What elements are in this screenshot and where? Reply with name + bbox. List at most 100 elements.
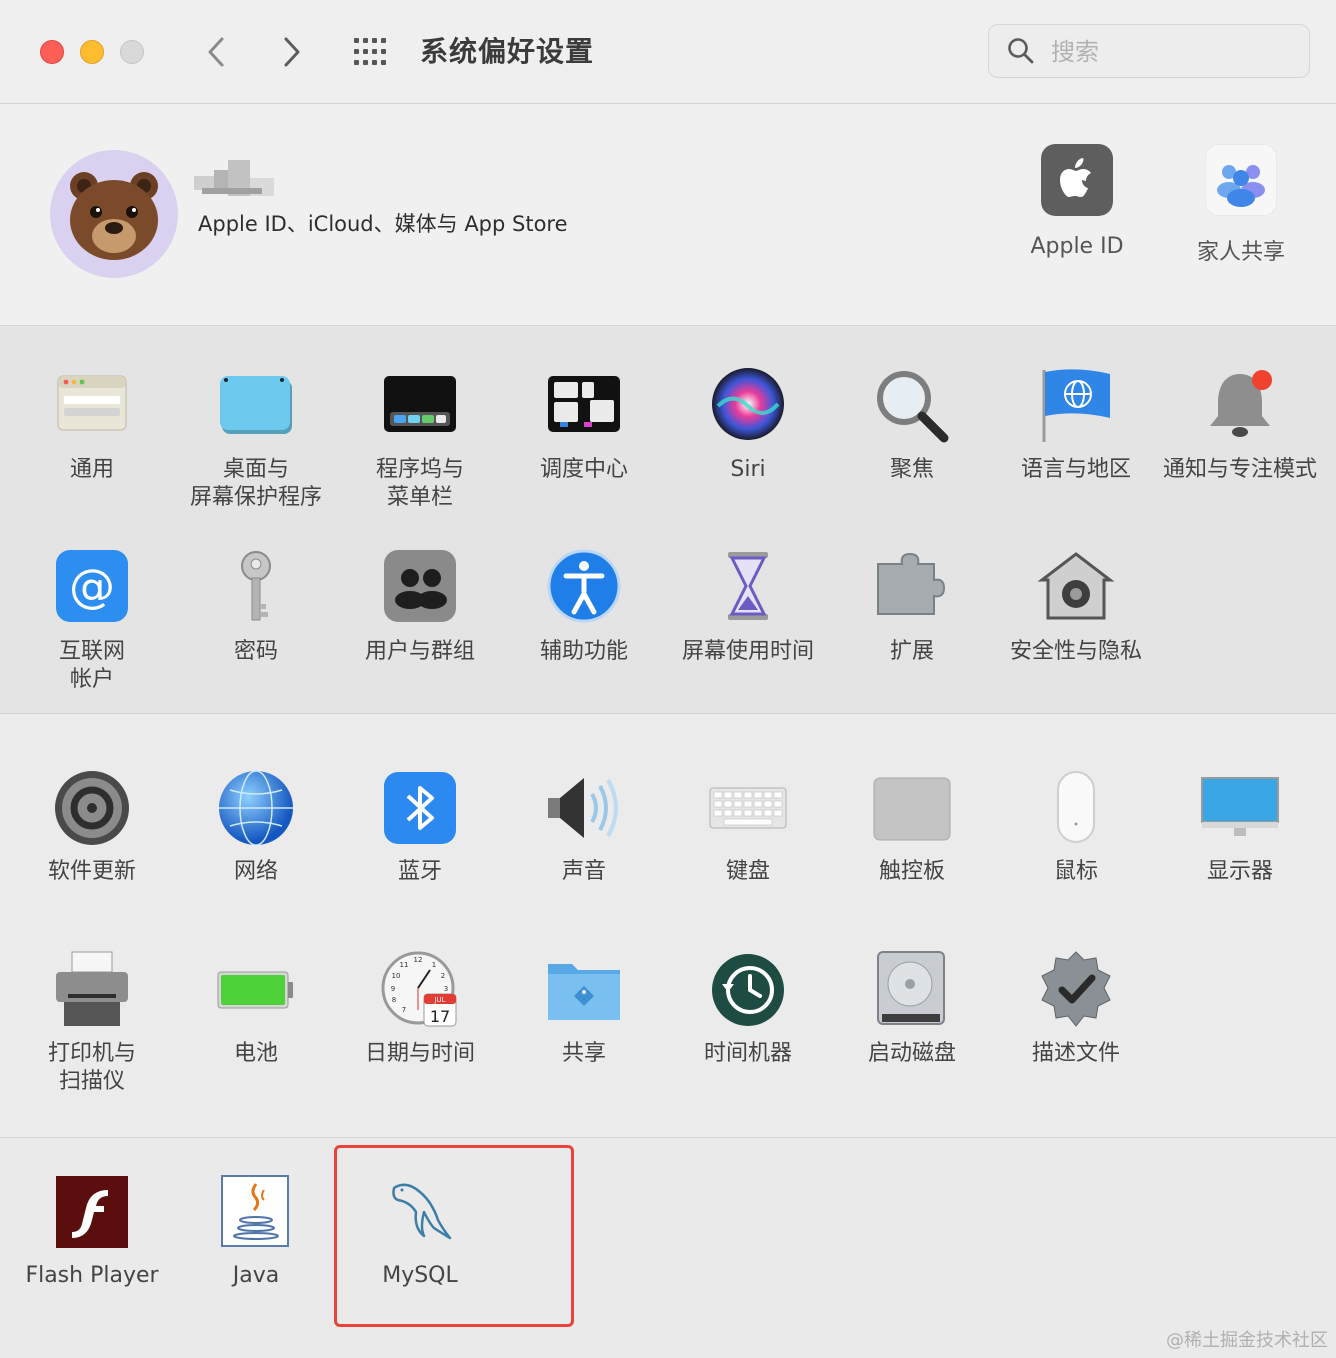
pane-users-groups[interactable]: 用户与群组: [338, 548, 502, 666]
internet-accounts-icon: @: [56, 550, 128, 622]
pane-keyboard[interactable]: 键盘: [666, 768, 830, 886]
search-field[interactable]: [988, 24, 1310, 78]
sound-speaker-icon: [548, 778, 618, 838]
back-button[interactable]: [198, 32, 234, 72]
passwords-key-icon: [241, 551, 271, 621]
pane-label: 密码: [233, 639, 278, 664]
desktop-screensaver-icon: [220, 376, 292, 434]
pane-label: 安全性与隐私: [1009, 639, 1142, 664]
extensions-puzzle-icon: [877, 552, 946, 615]
pane-trackpad[interactable]: 触控板: [830, 768, 994, 886]
general-icon: [57, 375, 127, 431]
svg-text:7: 7: [402, 1006, 406, 1014]
pane-flash-player[interactable]: Flash Player: [10, 1172, 174, 1290]
pane-label: 通知与专注模式: [1162, 457, 1317, 482]
pane-mouse[interactable]: 鼠标: [994, 768, 1158, 886]
language-region-icon: [1042, 369, 1110, 442]
pane-sharing[interactable]: 共享: [502, 950, 666, 1068]
pane-displays[interactable]: 显示器: [1158, 768, 1322, 886]
mouse-icon: [1057, 771, 1095, 843]
pane-label: 互联网 帐户: [58, 639, 125, 692]
keyboard-icon: [709, 787, 787, 829]
pane-label: 程序坞与 菜单栏: [375, 457, 464, 510]
pane-extensions[interactable]: 扩展: [830, 548, 994, 666]
pane-startup-disk[interactable]: 启动磁盘: [830, 950, 994, 1068]
pane-dock-menubar[interactable]: 程序坞与 菜单栏: [338, 366, 502, 512]
pane-screen-time[interactable]: 屏幕使用时间: [666, 548, 830, 666]
sharing-folder-icon: [548, 964, 620, 1020]
pane-accessibility[interactable]: 辅助功能: [502, 548, 666, 666]
chevron-right-icon: [284, 37, 300, 67]
pane-label: 辅助功能: [539, 639, 628, 664]
pane-language-region[interactable]: 语言与地区: [994, 366, 1158, 484]
pane-label: 日期与时间: [364, 1041, 475, 1066]
pane-date-time[interactable]: 12 1 2 3 9 10 11 7 8 JUL 17 日期与时间: [338, 950, 502, 1068]
pane-label: 触控板: [878, 859, 945, 884]
mission-control-icon: [548, 376, 620, 432]
avatar[interactable]: [50, 150, 178, 278]
users-groups-icon: [384, 550, 456, 622]
redacted-username: [194, 160, 274, 196]
search-input[interactable]: [1049, 35, 1293, 69]
pane-software-update[interactable]: 软件更新: [10, 768, 174, 886]
pane-label: 调度中心: [539, 457, 628, 482]
show-all-button[interactable]: [352, 36, 392, 68]
pane-bluetooth[interactable]: 蓝牙: [338, 768, 502, 886]
apple-account-header: Apple ID、iCloud、媒体与 App Store Apple ID 家…: [0, 104, 1336, 326]
pane-label: 共享: [561, 1041, 606, 1066]
pane-java[interactable]: Java: [174, 1172, 338, 1290]
apple-logo-icon: [1041, 144, 1113, 216]
time-machine-icon: [712, 954, 784, 1026]
pane-profiles[interactable]: 描述文件: [994, 950, 1158, 1068]
pane-label: 用户与群组: [364, 639, 475, 664]
pane-label: Siri: [730, 457, 766, 482]
pane-mission-control[interactable]: 调度中心: [502, 366, 666, 484]
pane-label: Java: [232, 1263, 280, 1288]
pane-general[interactable]: 通用: [10, 366, 174, 484]
svg-text:11: 11: [400, 961, 409, 969]
pane-printers-scanners[interactable]: 打印机与 扫描仪: [10, 950, 174, 1096]
pane-label: 鼠标: [1053, 859, 1098, 884]
pane-label: 语言与地区: [1020, 457, 1131, 482]
pane-notifications-focus[interactable]: 通知与专注模式: [1158, 366, 1322, 484]
notifications-icon: [1210, 370, 1272, 437]
svg-text:3: 3: [444, 985, 448, 993]
close-button[interactable]: [40, 40, 64, 64]
family-sharing-pane[interactable]: 家人共享: [1166, 143, 1316, 266]
calendar-month: JUL: [433, 996, 445, 1004]
pane-network[interactable]: 网络: [174, 768, 338, 886]
pane-sound[interactable]: 声音: [502, 768, 666, 886]
pane-internet-accounts[interactable]: @ 互联网 帐户: [10, 548, 174, 694]
pane-passwords[interactable]: 密码: [174, 548, 338, 666]
svg-text:10: 10: [392, 972, 401, 980]
svg-text:8: 8: [392, 996, 396, 1004]
svg-text:12: 12: [414, 956, 423, 964]
spotlight-icon: [877, 371, 949, 443]
pane-siri[interactable]: Siri: [666, 366, 830, 484]
watermark: @稀土掘金技术社区: [1166, 1330, 1328, 1351]
pane-time-machine[interactable]: 时间机器: [666, 950, 830, 1068]
siri-icon: [712, 368, 784, 440]
flash-player-icon: [56, 1176, 128, 1248]
apple-id-label: Apple ID: [1030, 234, 1124, 259]
software-update-gear-icon: [55, 771, 129, 845]
pane-label: 声音: [561, 859, 606, 884]
pane-label: 打印机与 扫描仪: [47, 1041, 136, 1094]
displays-monitor-icon: [1201, 777, 1279, 836]
calendar-day: 17: [430, 1007, 450, 1026]
pane-security-privacy[interactable]: 安全性与隐私: [994, 548, 1158, 666]
pane-battery[interactable]: 电池: [174, 950, 338, 1068]
apple-id-pane[interactable]: Apple ID: [1002, 144, 1152, 259]
pane-label: 键盘: [725, 859, 770, 884]
battery-icon: [217, 971, 293, 1009]
svg-text:@: @: [69, 559, 115, 613]
family-sharing-label: 家人共享: [1196, 240, 1285, 265]
mysql-highlight-box: [334, 1145, 574, 1327]
forward-button[interactable]: [274, 32, 310, 72]
zoom-button[interactable]: [120, 40, 144, 64]
pane-label: 描述文件: [1031, 1041, 1120, 1066]
pane-spotlight[interactable]: 聚焦: [830, 366, 994, 484]
pane-desktop-screensaver[interactable]: 桌面与 屏幕保护程序: [174, 366, 338, 512]
minimize-button[interactable]: [80, 40, 104, 64]
apple-id-subtitle[interactable]: Apple ID、iCloud、媒体与 App Store: [198, 208, 568, 238]
